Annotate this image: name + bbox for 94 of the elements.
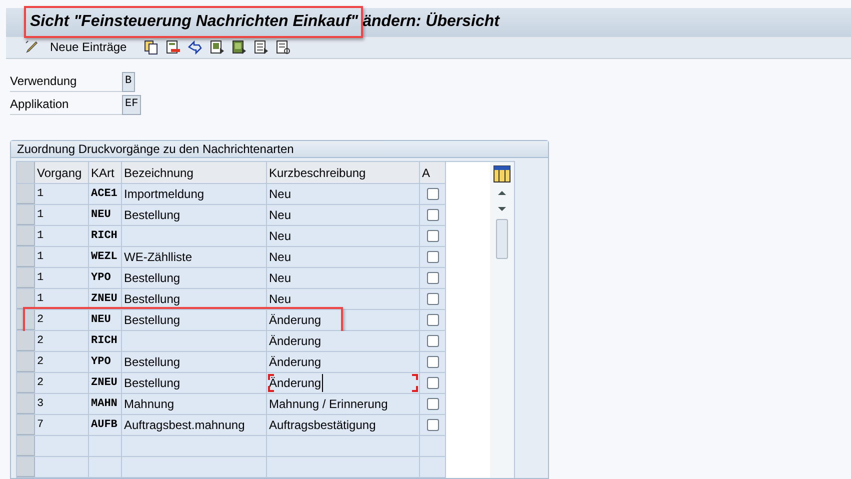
column-header[interactable]: Vorgang [37,164,82,182]
table-row[interactable]: 1 NEU Bestellung Neu [17,205,446,226]
copy-icon[interactable] [142,39,159,56]
table-row[interactable]: 1 RICH Neu [17,226,446,247]
table-cell-text: Neu [269,291,292,308]
table-row[interactable]: 2 ZNEU Bestellung Änderung [17,373,446,394]
table-cell-text: YPO [91,354,111,370]
scroll-up-icon[interactable] [497,189,507,197]
table-cell-text: YPO [91,270,111,286]
table-cell-text: Mahnung / Erinnerung [269,396,388,413]
checkbox[interactable] [426,188,438,200]
table-cell-text: Neu [269,270,292,287]
table-cell-text: 1 [37,186,44,202]
table-cell-text: Bestellung [124,354,180,371]
table-cell-text: ACE1 [91,186,118,202]
table-cell-text: ZNEU [91,376,118,391]
table-cell-text: NEU [91,312,111,328]
table-cell-text: ZNEU [91,292,118,307]
checkbox[interactable] [426,293,438,305]
undo-icon[interactable] [186,39,203,56]
column-header[interactable]: A [422,164,430,182]
table-cell-text: 2 [37,354,44,370]
checkbox[interactable] [426,251,438,263]
group-title: Zuordnung Druckvorgänge zu den Nachrichtenarten [17,141,294,158]
table-row[interactable]: 3 MAHN Mahnung Mahnung / Erinnerung [17,394,446,415]
table-cell-text: Auftragsbest.mahnung [124,417,245,434]
checkbox[interactable] [426,230,438,242]
table-cell-text: Neu [269,186,292,203]
table-row[interactable]: 7 AUFB Auftragsbest.mahnung Auftragsbestätigung [17,415,446,436]
checkbox[interactable] [426,398,438,410]
table-cell-text: 2 [37,376,44,391]
table-cell-text: Änderung [269,312,322,329]
table-cell-text: Änderung [269,333,322,350]
table-row[interactable]: 1 ZNEU Bestellung Neu [17,289,446,310]
table-cell-text: NEU [91,208,111,223]
table-cell-text: AUFB [91,418,118,433]
delete-row-icon[interactable] [164,39,181,56]
table-cell-text: WEZL [91,250,118,265]
checkbox[interactable] [426,377,438,389]
table-cell-text: Neu [269,207,292,224]
checkbox[interactable] [426,335,438,347]
checkbox[interactable] [426,209,438,221]
table-cell-text: 1 [37,208,44,223]
table-cell-text: Bestellung [124,312,180,329]
table-cell-text: RICH [91,334,118,349]
table-cell-text: 2 [37,334,44,349]
select-all-handle[interactable] [17,162,35,183]
list-icon[interactable] [208,39,225,56]
document-icon[interactable] [274,39,291,56]
table-cell-text: 1 [37,292,44,307]
table-cell-text: Bestellung [124,375,180,392]
table-row[interactable]: 2 YPO Bestellung Änderung [17,352,446,373]
field-value: EF [122,94,142,114]
table-cell-text: Änderung [269,354,322,371]
table-cell-text: Auftragsbestätigung [269,417,376,434]
column-settings-icon[interactable] [493,165,511,183]
table-cell-text: Mahnung [124,396,174,413]
table-cell-text: RICH [91,228,118,244]
table-cell-text: 1 [37,228,44,244]
table-cell-text: 7 [37,418,44,433]
table-cell-text: Bestellung [124,207,180,224]
table-cell-text: Neu [269,228,292,245]
scrollbar-thumb[interactable] [496,219,508,259]
table-cell-text: 1 [37,250,44,265]
window-title: Sicht "Feinsteuerung Nachrichten Einkauf" ändern: Übersicht [30,11,500,32]
scroll-down-icon[interactable] [497,205,507,213]
table-cell-text: Neu [269,249,292,266]
column-header[interactable]: KArt [91,164,114,182]
checkbox[interactable] [426,356,438,368]
table-cell-text: 1 [37,270,44,286]
column-header[interactable]: Kurzbeschreibung [269,164,366,182]
column-header[interactable]: Bezeichnung [124,164,194,182]
table-cell-text: 2 [37,312,44,328]
checkbox[interactable] [426,272,438,284]
table-row[interactable]: 1 ACE1 Importmeldung Neu [17,184,446,205]
table-cell: Änderung [269,374,324,392]
list-icon[interactable] [252,39,269,56]
row-selector[interactable] [17,289,35,309]
table-row[interactable]: 1 WEZL WE-Zählliste Neu [17,247,446,268]
table-row[interactable]: 2 RICH Änderung [17,331,446,352]
new-entries-button[interactable]: Neue Einträge [46,38,131,56]
table-row[interactable]: 2 NEU Bestellung Änderung [17,310,446,331]
table-cell-text: Importmeldung [124,186,204,203]
table-cell-text: WE-Zählliste [124,249,192,266]
table-cell-text: Bestellung [124,291,180,308]
list-icon[interactable] [230,39,247,56]
table-cell-text: MAHN [91,396,118,412]
pencil-icon[interactable] [24,39,40,56]
checkbox[interactable] [426,314,438,326]
checkbox[interactable] [426,419,438,431]
table-row[interactable]: 1 YPO Bestellung Neu [17,268,446,289]
field-value: B [122,72,135,92]
table-cell-text: Bestellung [124,270,180,287]
table-cell-text: 3 [37,396,44,412]
